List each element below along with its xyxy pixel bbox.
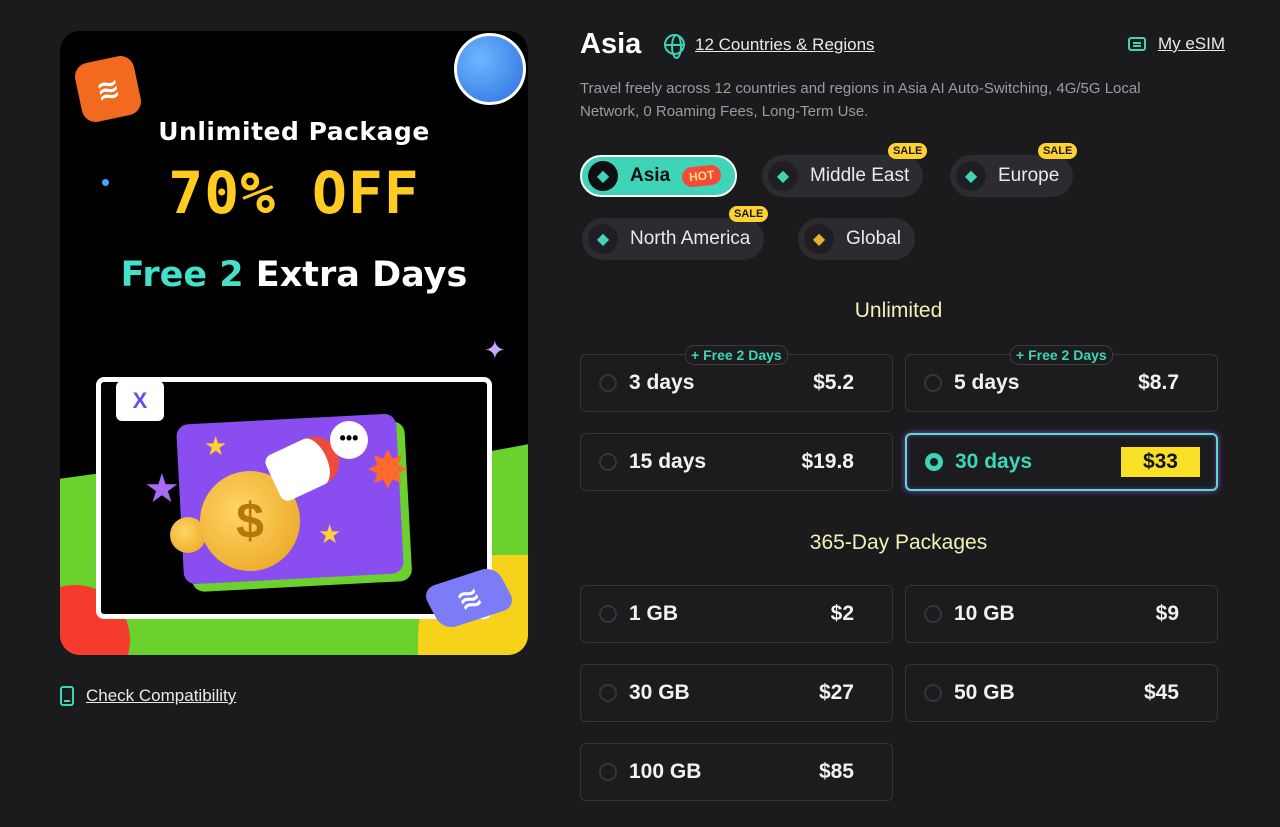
plan-label: 30 days xyxy=(955,450,1033,473)
radio-button[interactable] xyxy=(599,684,617,702)
plan-option-1gb[interactable]: 1 GB $2 xyxy=(580,585,893,643)
plan-label: 15 days xyxy=(629,450,707,473)
hot-badge: HOT xyxy=(681,163,723,189)
plan-label: 5 days xyxy=(954,371,1020,394)
asia-map-icon: ◆ xyxy=(588,161,618,191)
banner-free-rest: Extra Days xyxy=(243,255,468,295)
plan-price: $45 xyxy=(1143,681,1179,704)
radio-button[interactable] xyxy=(924,684,942,702)
page-title: Asia xyxy=(580,28,642,60)
free-days-badge: + Free 2 Days xyxy=(1010,345,1113,365)
plan-option-50gb[interactable]: 50 GB $45 xyxy=(905,664,1218,722)
radio-button[interactable] xyxy=(599,763,617,781)
star-icon: ★ xyxy=(144,467,180,511)
my-esim-link[interactable]: My eSIM xyxy=(1158,34,1225,54)
plan-option-100gb[interactable]: 100 GB $85 xyxy=(580,743,893,801)
plan-option-30-days[interactable]: 30 days $33 xyxy=(905,433,1218,491)
plan-price: $8.7 xyxy=(1138,371,1179,394)
europe-map-icon: ◆ xyxy=(956,161,986,191)
region-chip-europe[interactable]: ◆ Europe SALE xyxy=(950,143,1078,197)
speech-bubble-icon: ••• xyxy=(330,421,368,459)
my-esim[interactable]: My eSIM xyxy=(1127,34,1225,54)
plan-price: $27 xyxy=(818,681,854,704)
wifi-tile-icon: ≋ xyxy=(72,53,144,125)
sale-badge: SALE xyxy=(1037,143,1078,159)
check-compatibility-link[interactable]: Check Compatibility xyxy=(86,686,236,706)
region-chip-label: Asia xyxy=(630,165,671,186)
sim-card-icon xyxy=(1127,37,1146,51)
banner-free-highlight: Free 2 xyxy=(120,255,244,295)
radio-button-selected[interactable] xyxy=(925,453,943,471)
sale-badge: SALE xyxy=(887,143,928,159)
banner-discount: 70% OFF xyxy=(168,159,420,227)
plan-option-3-days[interactable]: + Free 2 Days 3 days $5.2 xyxy=(580,345,893,412)
radio-button[interactable] xyxy=(599,453,617,471)
brand-logo: X xyxy=(116,381,164,421)
region-description: Travel freely across 12 countries and re… xyxy=(580,80,1141,120)
region-chip-label: Global xyxy=(846,228,901,249)
region-chip-label: Europe xyxy=(998,165,1060,186)
north-america-map-icon: ◆ xyxy=(588,224,618,254)
middle-east-map-icon: ◆ xyxy=(768,161,798,191)
region-chip-middle-east[interactable]: ◆ Middle East SALE xyxy=(762,143,928,197)
yearly-heading: 365-Day Packages xyxy=(809,531,988,554)
plan-label: 30 GB xyxy=(629,681,690,704)
star-icon: ★ xyxy=(318,519,342,549)
world-map-icon: ◆ xyxy=(804,224,834,254)
globe-icon xyxy=(664,34,685,59)
check-compatibility[interactable]: Check Compatibility xyxy=(60,686,236,706)
phone-icon xyxy=(60,686,74,706)
regions-link[interactable]: 12 Countries & Regions xyxy=(695,35,875,55)
region-chip-global[interactable]: ◆ Global xyxy=(798,218,915,260)
unlimited-heading: Unlimited xyxy=(854,299,943,322)
plan-option-10gb[interactable]: 10 GB $9 xyxy=(905,585,1218,643)
plan-price: $2 xyxy=(830,602,854,625)
sale-badge: SALE xyxy=(729,206,769,222)
region-chip-label: Middle East xyxy=(810,165,910,186)
radio-button[interactable] xyxy=(599,374,617,392)
region-chip-asia[interactable]: ◆ Asia HOT xyxy=(580,155,738,197)
star-icon: ★ xyxy=(204,431,228,461)
promo-banner: ≋ Unlimited Package 70% OFF Free 2 Extra… xyxy=(60,31,528,655)
banner-free-days: Free 2 Extra Days xyxy=(60,255,528,295)
plan-label: 100 GB xyxy=(629,760,702,783)
radio-button[interactable] xyxy=(599,605,617,623)
globe-icon xyxy=(454,33,526,105)
plan-option-15-days[interactable]: 15 days $19.8 xyxy=(580,433,893,491)
region-chip-north-america[interactable]: ◆ North America SALE xyxy=(582,206,769,260)
plan-price: $85 xyxy=(818,760,854,783)
plan-label: 1 GB xyxy=(629,602,679,625)
burst-icon: ✸ xyxy=(366,442,410,500)
regions-link-group[interactable]: 12 Countries & Regions xyxy=(664,34,875,59)
radio-button[interactable] xyxy=(924,374,942,392)
plan-option-5-days[interactable]: + Free 2 Days 5 days $8.7 xyxy=(905,345,1218,412)
plan-price: $9 xyxy=(1155,602,1179,625)
plan-price: $33 xyxy=(1120,447,1200,477)
banner-line1: Unlimited Package xyxy=(158,117,430,146)
plan-price: $19.8 xyxy=(801,450,854,473)
free-days-badge: + Free 2 Days xyxy=(685,345,788,365)
plan-price: $5.2 xyxy=(813,371,854,394)
radio-button[interactable] xyxy=(924,605,942,623)
plan-label: 50 GB xyxy=(954,681,1015,704)
region-chip-label: North America xyxy=(630,228,751,249)
sparkle-icon: ✦ xyxy=(484,335,506,365)
plan-label: 10 GB xyxy=(954,602,1015,625)
plan-label: 3 days xyxy=(629,371,695,394)
plan-option-30gb[interactable]: 30 GB $27 xyxy=(580,664,893,722)
